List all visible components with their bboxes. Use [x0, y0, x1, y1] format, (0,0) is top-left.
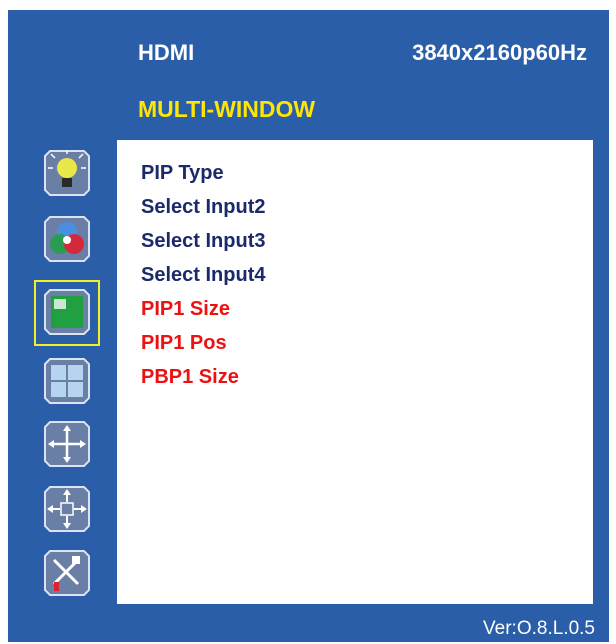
menu-item-select-input3[interactable]: Select Input3	[141, 230, 265, 253]
brightness-bulb-icon	[44, 150, 90, 196]
sidebar-item-setup[interactable]	[35, 542, 99, 606]
sidebar-item-pip[interactable]	[34, 280, 100, 346]
menu-title: MULTI-WINDOW	[138, 96, 316, 122]
sidebar	[33, 142, 101, 608]
pip-window-icon	[44, 289, 90, 335]
sidebar-item-brightness[interactable]	[35, 142, 99, 206]
position-arrows-icon	[44, 421, 90, 467]
menu-panel: PIP Type Select Input2 Select Input3 Sel…	[117, 140, 593, 604]
input-source-label: HDMI	[138, 40, 195, 65]
size-arrows-icon	[44, 486, 90, 532]
menu-item-pip-type[interactable]: PIP Type	[141, 162, 224, 185]
menu-item-select-input2[interactable]: Select Input2	[141, 196, 265, 219]
menu-item-pip1-size: PIP1 Size	[141, 298, 230, 320]
version-label: Ver:O.8.L.0.5	[483, 618, 595, 639]
osd-menu: HDMI 3840x2160p60Hz MULTI-WINDOW PIP Typ…	[8, 10, 609, 642]
setup-tools-icon	[44, 550, 90, 596]
sidebar-item-position[interactable]	[35, 413, 99, 477]
multi-window-grid-icon	[44, 358, 90, 404]
sidebar-item-color[interactable]	[35, 208, 99, 272]
menu-item-select-input4[interactable]: Select Input4	[141, 264, 265, 287]
color-rgb-icon	[44, 216, 90, 262]
resolution-label: 3840x2160p60Hz	[412, 40, 587, 65]
menu-item-pip1-pos: PIP1 Pos	[141, 332, 227, 354]
sidebar-item-size[interactable]	[35, 478, 99, 542]
sidebar-item-multi-window[interactable]	[35, 350, 99, 414]
menu-item-pbp1-size: PBP1 Size	[141, 366, 239, 388]
